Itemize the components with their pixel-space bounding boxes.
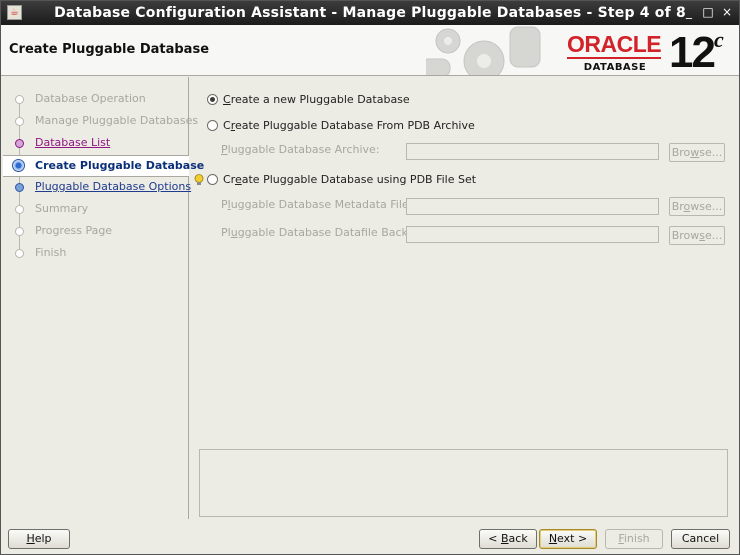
- new-pdb-radio[interactable]: [207, 94, 218, 105]
- title-bar[interactable]: ☕ Database Configuration Assistant - Man…: [1, 1, 739, 25]
- from-fileset-label[interactable]: Create Pluggable Database using PDB File…: [223, 173, 476, 186]
- from-fileset-radio[interactable]: [207, 174, 218, 185]
- help-button[interactable]: Help: [8, 529, 70, 549]
- message-panel: [199, 449, 728, 517]
- version-badge: 12c: [669, 27, 724, 77]
- window-title: Database Configuration Assistant - Manag…: [54, 5, 686, 21]
- metadata-browse-button[interactable]: Browse...: [669, 197, 725, 216]
- from-archive-radio[interactable]: [207, 120, 218, 131]
- archive-browse-button[interactable]: Browse...: [669, 143, 725, 162]
- step-finish: Finish: [3, 243, 187, 263]
- finish-button: Finish: [605, 529, 663, 549]
- oracle-logo: ORACLE DATABASE: [567, 31, 662, 73]
- step-dot-icon: [15, 227, 24, 236]
- step-manage-pluggable-databases: Manage Pluggable Databases: [3, 111, 198, 131]
- lightbulb-hint-icon[interactable]: [194, 174, 204, 186]
- new-pdb-label[interactable]: Create a new Pluggable Database: [223, 93, 410, 106]
- step-create-pluggable-database: Create Pluggable Database: [3, 155, 204, 177]
- step-database-list[interactable]: Database List: [3, 133, 187, 153]
- archive-field-label: Pluggable Database Archive:: [221, 143, 380, 156]
- back-button[interactable]: < Back: [479, 529, 537, 549]
- gears-graphic-icon: [426, 26, 541, 75]
- from-archive-label[interactable]: Create Pluggable Database From PDB Archi…: [223, 119, 475, 132]
- cancel-button[interactable]: Cancel: [671, 529, 730, 549]
- datafile-field-label: Pluggable Database Datafile Backup:: [221, 226, 426, 239]
- step-database-operation: Database Operation: [3, 89, 187, 109]
- close-button[interactable]: ×: [720, 5, 734, 19]
- datafile-browse-button[interactable]: Browse...: [669, 226, 725, 245]
- step-progress-page: Progress Page: [3, 221, 187, 241]
- minimize-button[interactable]: _: [682, 5, 696, 19]
- main-content: Create a new Pluggable Database Create P…: [191, 77, 739, 519]
- step-summary: Summary: [3, 199, 187, 219]
- step-dot-icon: [15, 95, 24, 104]
- step-dot-icon: [15, 183, 24, 192]
- current-step-icon: [12, 159, 25, 172]
- step-navigation: Database Operation Manage Pluggable Data…: [3, 77, 204, 519]
- metadata-input[interactable]: [406, 198, 659, 215]
- step-dot-icon: [15, 117, 24, 126]
- page-header: Create Pluggable Database ORACLE DATABAS…: [1, 25, 739, 77]
- step-dot-icon: [15, 249, 24, 258]
- step-dot-icon: [15, 205, 24, 214]
- step-dot-icon: [15, 139, 24, 148]
- next-button[interactable]: Next >: [539, 529, 597, 549]
- step-pluggable-database-options[interactable]: Pluggable Database Options: [3, 177, 191, 197]
- metadata-field-label: Pluggable Database Metadata File:: [221, 198, 413, 211]
- page-title: Create Pluggable Database: [9, 42, 210, 57]
- archive-input[interactable]: [406, 143, 659, 160]
- maximize-button[interactable]: □: [701, 5, 715, 19]
- datafile-input[interactable]: [406, 226, 659, 243]
- dbca-window: ☕ Database Configuration Assistant - Man…: [0, 0, 740, 555]
